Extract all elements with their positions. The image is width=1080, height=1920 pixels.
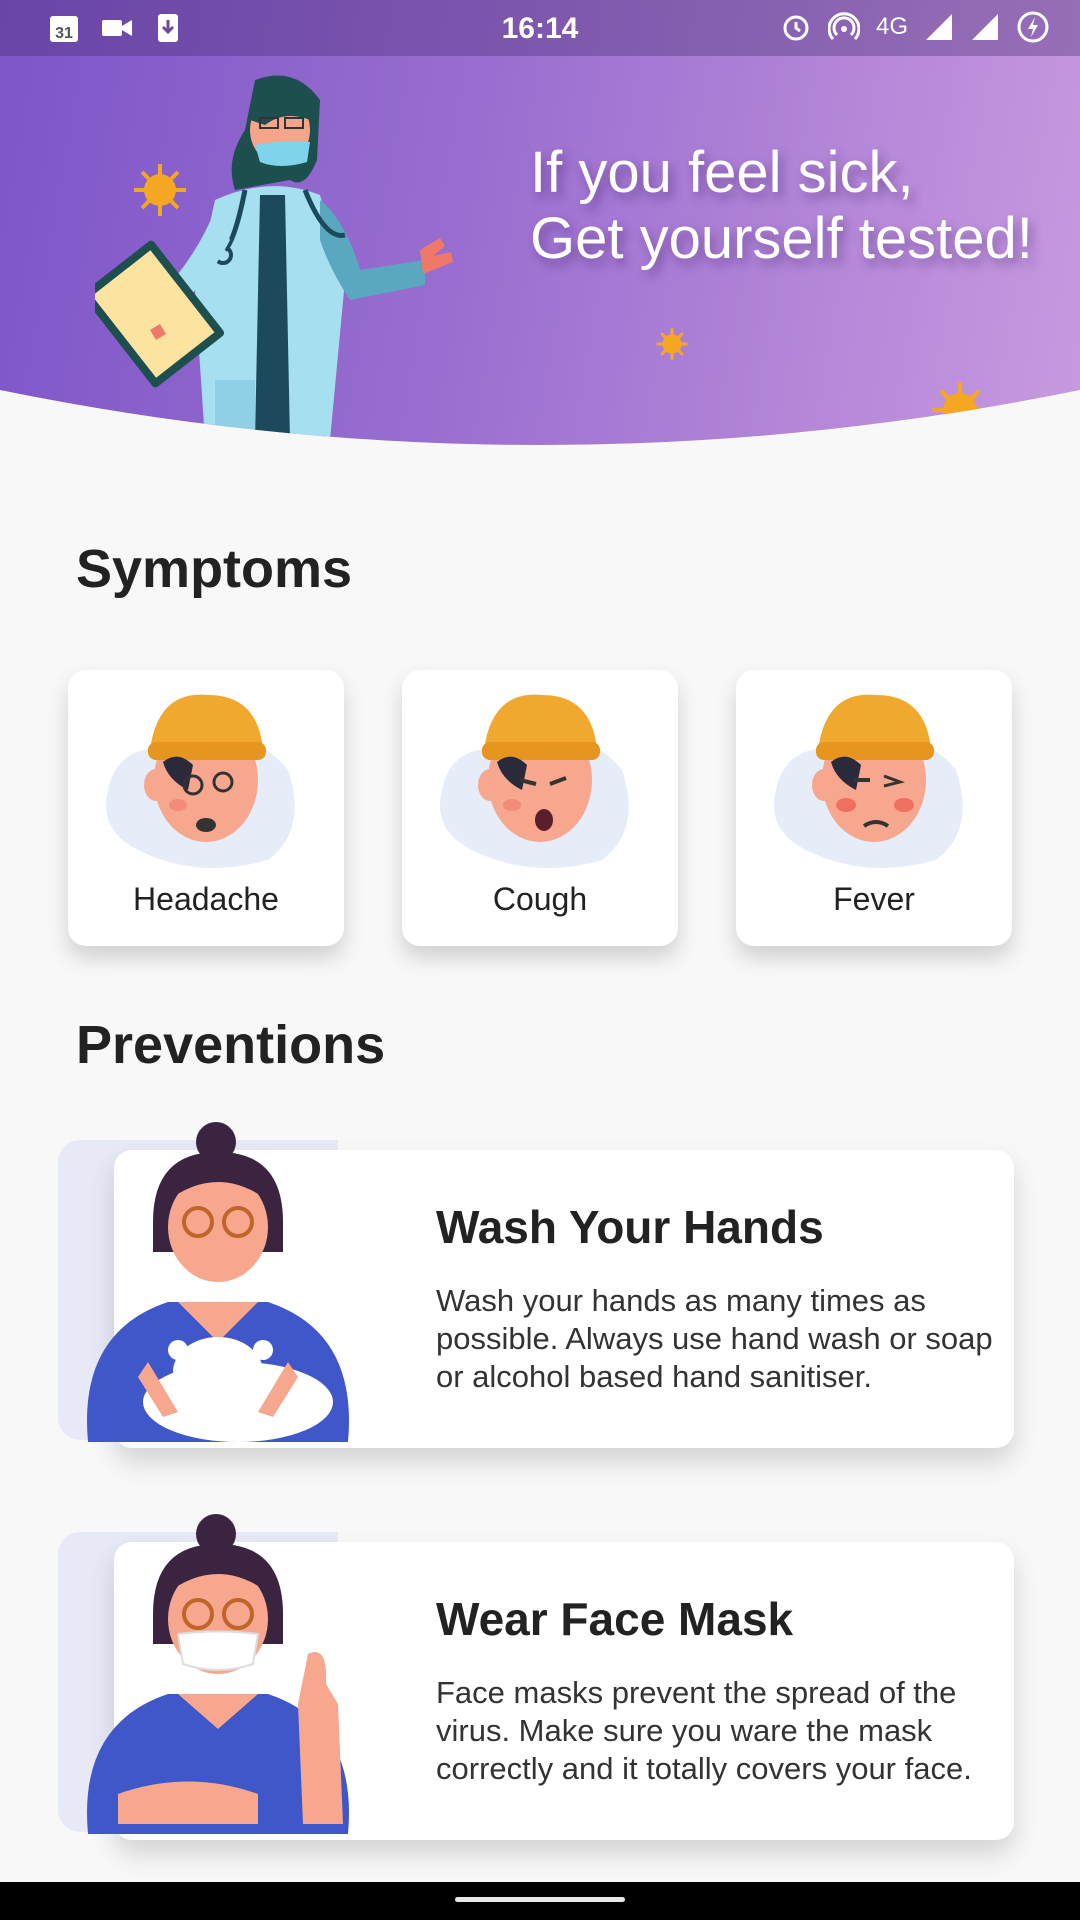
symptom-label: Fever [833, 881, 915, 917]
prevention-description: Face masks prevent the spread of the vir… [436, 1675, 972, 1786]
prevention-description: Wash your hands as many times as possibl… [436, 1283, 993, 1394]
prevention-title: Wear Face Mask [436, 1593, 794, 1645]
wash-hands-illustration [87, 1122, 349, 1442]
prevention-title: Wash Your Hands [436, 1201, 824, 1253]
cough-illustration [440, 694, 629, 868]
symptom-label: Cough [492, 881, 588, 917]
symptom-card-fever[interactable]: Fever [736, 670, 1012, 946]
virus-decoration-icon [928, 378, 992, 442]
alarm-icon [783, 15, 809, 41]
status-bar: 31 16:14 4G [0, 0, 1080, 56]
face-mask-illustration [87, 1514, 349, 1834]
network-type: 4G [875, 13, 908, 40]
preventions-title: Preventions [76, 1015, 386, 1075]
doctor-illustration [95, 70, 455, 450]
symptom-card-headache[interactable]: Headache [68, 670, 344, 946]
virus-decoration-icon [654, 326, 690, 362]
signal-icon [926, 14, 952, 40]
home-gesture-handle[interactable] [455, 1897, 625, 1902]
symptom-label: Headache [133, 881, 279, 917]
header-banner: If you feel sick, Get yourself tested! [0, 0, 1080, 460]
prevention-card-wash-hands[interactable]: Wash Your Hands Wash your hands as many … [58, 1122, 1014, 1448]
header-headline: If you feel sick, Get yourself tested! [530, 140, 1050, 272]
headline-line-1: If you feel sick, [530, 140, 914, 205]
signal-icon [972, 14, 998, 40]
headline-line-2: Get yourself tested! [530, 206, 1033, 271]
fever-illustration [774, 694, 963, 868]
symptoms-title: Symptoms [76, 539, 353, 599]
symptom-card-cough[interactable]: Cough [402, 670, 678, 946]
headache-illustration [106, 694, 295, 868]
prevention-card-face-mask[interactable]: Wear Face Mask Face masks prevent the sp… [58, 1514, 1014, 1840]
hotspot-icon [827, 12, 860, 41]
battery-saver-icon [1017, 11, 1049, 43]
system-navigation-bar [0, 1882, 1080, 1920]
